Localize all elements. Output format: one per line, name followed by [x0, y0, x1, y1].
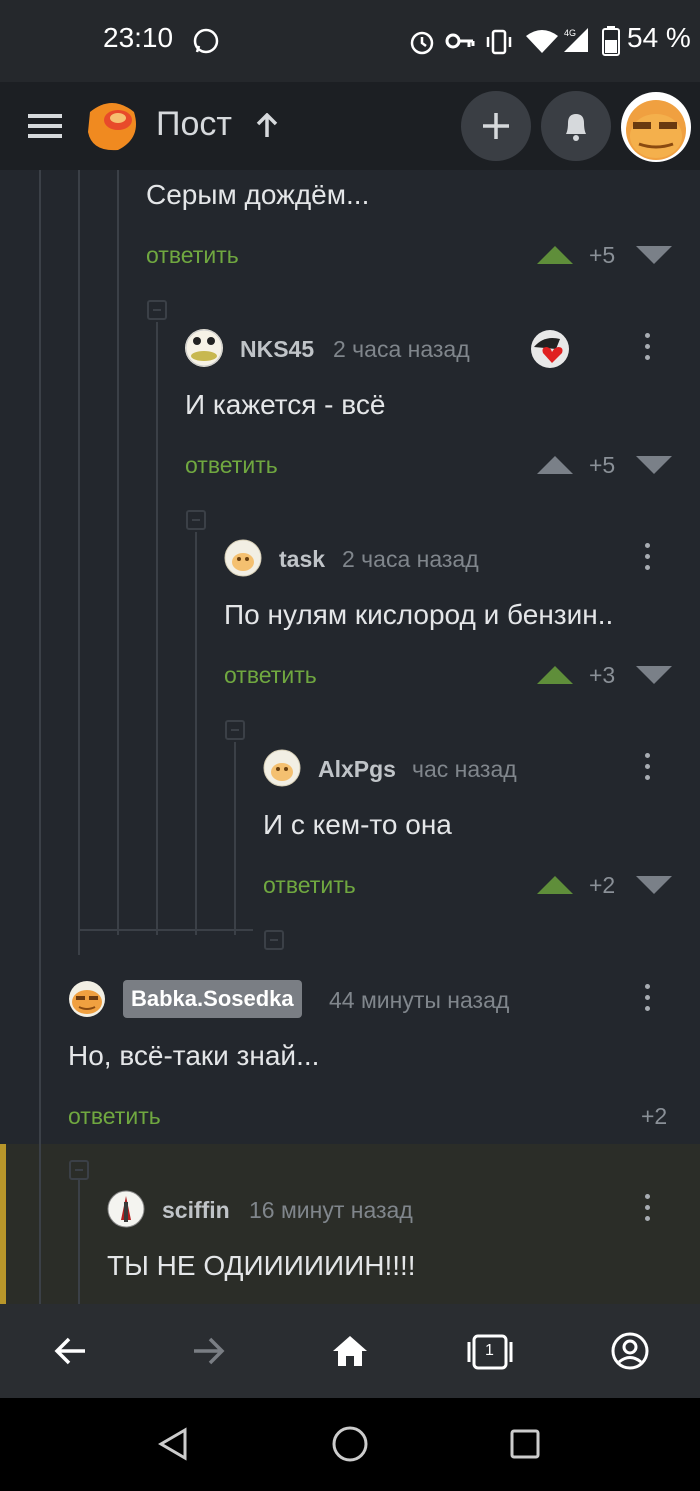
pikabu-logo-icon[interactable]: [84, 98, 140, 154]
heart-badge-icon: [531, 330, 569, 368]
wifi-icon: [526, 30, 558, 53]
avatar[interactable]: [224, 539, 262, 577]
alarm-icon: [410, 31, 434, 55]
tabs-button[interactable]: 1: [466, 1334, 514, 1370]
collapse-thread-button[interactable]: [69, 1160, 89, 1180]
battery-percent: 54 %: [627, 22, 691, 53]
notifications-button[interactable]: [541, 91, 611, 161]
comment-text: ТЫ НЕ ОДИИИИИИН!!!!: [107, 1250, 416, 1281]
reply-button[interactable]: ответить: [68, 1103, 161, 1130]
avatar: [626, 100, 686, 160]
downvote-icon[interactable]: [636, 876, 672, 894]
status-time: 23:10: [103, 22, 174, 53]
comment-username[interactable]: Babka.Sosedka: [123, 980, 302, 1018]
comment-menu-icon[interactable]: [645, 753, 651, 783]
comment-menu-icon[interactable]: [645, 1194, 651, 1224]
comment-menu-icon[interactable]: [645, 984, 651, 1014]
add-post-button[interactable]: [461, 91, 531, 161]
svg-text:4G: 4G: [564, 28, 576, 38]
browser-bottom-bar: 1: [0, 1304, 700, 1398]
home-icon[interactable]: [331, 1334, 369, 1368]
comment-username[interactable]: sciffin: [162, 1197, 230, 1224]
comment-text: И кажется - всё: [185, 389, 386, 420]
comment-username[interactable]: NKS45: [240, 336, 314, 363]
avatar[interactable]: [263, 749, 301, 787]
arrow-up-icon[interactable]: [255, 113, 279, 139]
whatsapp-icon: [193, 28, 219, 54]
comment-score: +5: [589, 452, 616, 478]
reply-button[interactable]: ответить: [146, 242, 239, 269]
downvote-icon[interactable]: [636, 666, 672, 684]
collapse-thread-button[interactable]: [225, 720, 245, 740]
comment-menu-icon[interactable]: [645, 543, 651, 573]
collapse-thread-button[interactable]: [264, 930, 284, 950]
comment-time[interactable]: 44 минуты назад: [329, 987, 509, 1014]
upvote-icon[interactable]: [537, 666, 573, 684]
comment-score: +3: [589, 662, 616, 688]
comment-text: Но, всё-таки знай...: [68, 1040, 320, 1071]
avatar[interactable]: [68, 980, 106, 1018]
account-icon[interactable]: [610, 1331, 650, 1371]
bell-icon: [566, 114, 586, 141]
comment-score: +5: [589, 242, 616, 268]
vpn-key-icon: [445, 33, 475, 49]
avatar[interactable]: [185, 329, 223, 367]
comment-menu-icon[interactable]: [645, 333, 651, 363]
new-comment-marker: [0, 1144, 6, 1304]
comment-username[interactable]: AlxPgs: [318, 756, 396, 783]
downvote-icon[interactable]: [636, 456, 672, 474]
menu-icon[interactable]: [28, 112, 62, 140]
avatar: [185, 329, 223, 367]
reply-button[interactable]: ответить: [224, 662, 317, 689]
status-bar: 23:10 4G 54 %: [0, 0, 700, 82]
avatar: [69, 981, 105, 1017]
user-avatar-button[interactable]: [621, 92, 691, 162]
comment-text: И с кем-то она: [263, 809, 452, 840]
reply-button[interactable]: ответить: [263, 872, 356, 899]
forward-arrow-icon[interactable]: [192, 1336, 226, 1366]
upvote-icon[interactable]: [537, 246, 573, 264]
comment-time[interactable]: 2 часа назад: [333, 336, 470, 363]
tabs-count: 1: [485, 1342, 494, 1359]
comment-username[interactable]: task: [279, 546, 325, 573]
avatar: [224, 539, 262, 577]
system-recents-icon[interactable]: [510, 1429, 540, 1459]
plus-icon: [483, 113, 509, 139]
back-arrow-icon[interactable]: [53, 1336, 87, 1366]
collapse-thread-button[interactable]: [147, 300, 167, 320]
comment-time[interactable]: 16 минут назад: [249, 1197, 413, 1224]
page-title: Пост: [156, 105, 232, 143]
avatar[interactable]: [107, 1190, 145, 1228]
comment-time[interactable]: час назад: [412, 756, 517, 783]
upvote-icon[interactable]: [537, 876, 573, 894]
reply-button[interactable]: ответить: [185, 452, 278, 479]
avatar: [263, 749, 301, 787]
system-nav-bar: [0, 1398, 700, 1491]
comment-text: Серым дождём...: [146, 179, 370, 210]
vibrate-icon: [486, 29, 512, 55]
comment-score: +2: [641, 1103, 668, 1129]
system-home-icon[interactable]: [332, 1426, 368, 1462]
comments-thread: Серым дождём... ответить +5 NKS45 2 часа…: [0, 170, 700, 1304]
collapse-thread-button[interactable]: [186, 510, 206, 530]
battery-icon: [602, 26, 620, 56]
avatar: [107, 1190, 145, 1228]
system-back-icon[interactable]: [158, 1427, 188, 1461]
upvote-icon[interactable]: [537, 456, 573, 474]
downvote-icon[interactable]: [636, 246, 672, 264]
comment-score: +2: [589, 872, 616, 898]
comment-text: По нулям кислород и бензин..: [224, 599, 614, 630]
cell-signal-icon: 4G: [564, 28, 588, 52]
comment-time[interactable]: 2 часа назад: [342, 546, 479, 573]
